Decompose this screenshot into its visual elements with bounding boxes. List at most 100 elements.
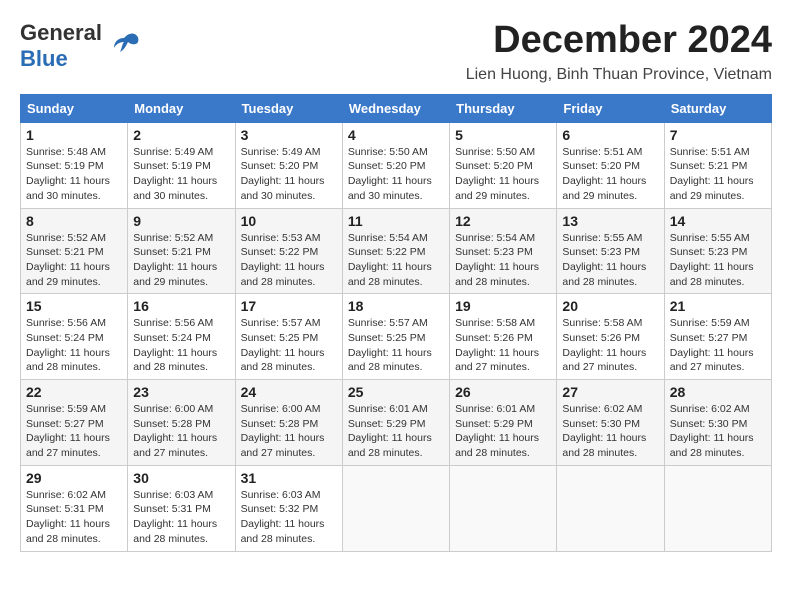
- day-info: Sunrise: 6:01 AM Sunset: 5:29 PM Dayligh…: [348, 402, 444, 461]
- calendar-header-thursday: Thursday: [450, 94, 557, 122]
- calendar-week-row: 1 Sunrise: 5:48 AM Sunset: 5:19 PM Daylig…: [21, 122, 772, 208]
- day-number: 31: [241, 470, 337, 486]
- day-number: 11: [348, 213, 444, 229]
- calendar-week-row: 22Sunrise: 5:59 AM Sunset: 5:27 PM Dayli…: [21, 380, 772, 466]
- calendar-cell: 2Sunrise: 5:49 AM Sunset: 5:19 PM Daylig…: [128, 122, 235, 208]
- calendar-cell: 16 Sunrise: 5:56 AM Sunset: 5:24 PM Dayli…: [128, 294, 235, 380]
- calendar-cell: [450, 465, 557, 551]
- calendar-cell: 25 Sunrise: 6:01 AM Sunset: 5:29 PM Dayli…: [342, 380, 449, 466]
- day-number: 26: [455, 384, 551, 400]
- calendar-cell: [342, 465, 449, 551]
- day-info: Sunrise: 6:00 AM Sunset: 5:28 PM Dayligh…: [241, 402, 337, 461]
- calendar-header-monday: Monday: [128, 94, 235, 122]
- day-info: Sunrise: 5:53 AM Sunset: 5:22 PM Dayligh…: [241, 231, 337, 290]
- day-number: 3: [241, 127, 337, 143]
- calendar-cell: 9Sunrise: 5:52 AM Sunset: 5:21 PM Daylig…: [128, 208, 235, 294]
- day-number: 13: [562, 213, 658, 229]
- day-number: 17: [241, 298, 337, 314]
- day-info: Sunrise: 5:55 AM Sunset: 5:23 PM Dayligh…: [670, 231, 766, 290]
- day-number: 27: [562, 384, 658, 400]
- day-info: Sunrise: 6:01 AM Sunset: 5:29 PM Dayligh…: [455, 402, 551, 461]
- calendar-cell: 31 Sunrise: 6:03 AM Sunset: 5:32 PM Dayli…: [235, 465, 342, 551]
- day-number: 7: [670, 127, 766, 143]
- calendar-cell: 22Sunrise: 5:59 AM Sunset: 5:27 PM Dayli…: [21, 380, 128, 466]
- calendar-header-sunday: Sunday: [21, 94, 128, 122]
- day-number: 22: [26, 384, 122, 400]
- calendar-cell: 7Sunrise: 5:51 AM Sunset: 5:21 PM Daylig…: [664, 122, 771, 208]
- calendar-cell: 1 Sunrise: 5:48 AM Sunset: 5:19 PM Daylig…: [21, 122, 128, 208]
- day-info: Sunrise: 5:56 AM Sunset: 5:24 PM Dayligh…: [133, 316, 229, 375]
- day-number: 5: [455, 127, 551, 143]
- day-info: Sunrise: 5:56 AM Sunset: 5:24 PM Dayligh…: [26, 316, 122, 375]
- logo-blue-text: Blue: [20, 46, 68, 71]
- title-section: December 2024 Lien Huong, Binh Thuan Pro…: [466, 20, 772, 84]
- calendar-header-wednesday: Wednesday: [342, 94, 449, 122]
- day-info: Sunrise: 6:03 AM Sunset: 5:32 PM Dayligh…: [241, 488, 337, 547]
- calendar-header-tuesday: Tuesday: [235, 94, 342, 122]
- logo-general-text: General: [20, 20, 102, 45]
- day-info: Sunrise: 6:02 AM Sunset: 5:30 PM Dayligh…: [670, 402, 766, 461]
- day-number: 15: [26, 298, 122, 314]
- calendar-header-row: SundayMondayTuesdayWednesdayThursdayFrid…: [21, 94, 772, 122]
- calendar-cell: 8 Sunrise: 5:52 AM Sunset: 5:21 PM Daylig…: [21, 208, 128, 294]
- day-number: 21: [670, 298, 766, 314]
- day-number: 10: [241, 213, 337, 229]
- page-header: General Blue December 2024 Lien Huong, B…: [20, 20, 772, 84]
- calendar-cell: 21 Sunrise: 5:59 AM Sunset: 5:27 PM Dayli…: [664, 294, 771, 380]
- day-number: 19: [455, 298, 551, 314]
- calendar-cell: 3 Sunrise: 5:49 AM Sunset: 5:20 PM Daylig…: [235, 122, 342, 208]
- day-number: 2: [133, 127, 229, 143]
- calendar-cell: 13 Sunrise: 5:55 AM Sunset: 5:23 PM Dayli…: [557, 208, 664, 294]
- day-number: 16: [133, 298, 229, 314]
- calendar-title: December 2024: [466, 20, 772, 62]
- day-number: 8: [26, 213, 122, 229]
- calendar-cell: 11 Sunrise: 5:54 AM Sunset: 5:22 PM Dayli…: [342, 208, 449, 294]
- calendar-cell: 10 Sunrise: 5:53 AM Sunset: 5:22 PM Dayli…: [235, 208, 342, 294]
- day-info: Sunrise: 5:57 AM Sunset: 5:25 PM Dayligh…: [348, 316, 444, 375]
- day-info: Sunrise: 5:51 AM Sunset: 5:20 PM Dayligh…: [562, 145, 658, 204]
- day-info: Sunrise: 5:52 AM Sunset: 5:21 PM Dayligh…: [26, 231, 122, 290]
- calendar-cell: 28 Sunrise: 6:02 AM Sunset: 5:30 PM Dayli…: [664, 380, 771, 466]
- day-info: Sunrise: 5:50 AM Sunset: 5:20 PM Dayligh…: [348, 145, 444, 204]
- day-number: 18: [348, 298, 444, 314]
- day-info: Sunrise: 5:48 AM Sunset: 5:19 PM Dayligh…: [26, 145, 122, 204]
- day-number: 12: [455, 213, 551, 229]
- day-info: Sunrise: 5:49 AM Sunset: 5:20 PM Dayligh…: [241, 145, 337, 204]
- calendar-cell: 24 Sunrise: 6:00 AM Sunset: 5:28 PM Dayli…: [235, 380, 342, 466]
- calendar-cell: 30Sunrise: 6:03 AM Sunset: 5:31 PM Dayli…: [128, 465, 235, 551]
- day-info: Sunrise: 6:02 AM Sunset: 5:31 PM Dayligh…: [26, 488, 122, 547]
- calendar-header-saturday: Saturday: [664, 94, 771, 122]
- logo: General Blue: [20, 20, 142, 72]
- day-number: 1: [26, 127, 122, 143]
- day-info: Sunrise: 6:03 AM Sunset: 5:31 PM Dayligh…: [133, 488, 229, 547]
- calendar-week-row: 8 Sunrise: 5:52 AM Sunset: 5:21 PM Daylig…: [21, 208, 772, 294]
- calendar-header-friday: Friday: [557, 94, 664, 122]
- calendar-cell: 20Sunrise: 5:58 AM Sunset: 5:26 PM Dayli…: [557, 294, 664, 380]
- day-number: 24: [241, 384, 337, 400]
- day-number: 14: [670, 213, 766, 229]
- day-info: Sunrise: 5:55 AM Sunset: 5:23 PM Dayligh…: [562, 231, 658, 290]
- calendar-cell: [557, 465, 664, 551]
- calendar-cell: [664, 465, 771, 551]
- day-number: 25: [348, 384, 444, 400]
- day-info: Sunrise: 5:58 AM Sunset: 5:26 PM Dayligh…: [562, 316, 658, 375]
- calendar-cell: 14 Sunrise: 5:55 AM Sunset: 5:23 PM Dayli…: [664, 208, 771, 294]
- calendar-cell: 29Sunrise: 6:02 AM Sunset: 5:31 PM Dayli…: [21, 465, 128, 551]
- day-info: Sunrise: 5:57 AM Sunset: 5:25 PM Dayligh…: [241, 316, 337, 375]
- day-number: 6: [562, 127, 658, 143]
- day-info: Sunrise: 5:52 AM Sunset: 5:21 PM Dayligh…: [133, 231, 229, 290]
- day-info: Sunrise: 5:59 AM Sunset: 5:27 PM Dayligh…: [670, 316, 766, 375]
- calendar-cell: 26 Sunrise: 6:01 AM Sunset: 5:29 PM Dayli…: [450, 380, 557, 466]
- calendar-week-row: 15 Sunrise: 5:56 AM Sunset: 5:24 PM Dayli…: [21, 294, 772, 380]
- calendar-cell: 23Sunrise: 6:00 AM Sunset: 5:28 PM Dayli…: [128, 380, 235, 466]
- day-info: Sunrise: 5:54 AM Sunset: 5:23 PM Dayligh…: [455, 231, 551, 290]
- calendar-cell: 19Sunrise: 5:58 AM Sunset: 5:26 PM Dayli…: [450, 294, 557, 380]
- day-number: 28: [670, 384, 766, 400]
- calendar-cell: 15 Sunrise: 5:56 AM Sunset: 5:24 PM Dayli…: [21, 294, 128, 380]
- calendar-cell: 6 Sunrise: 5:51 AM Sunset: 5:20 PM Daylig…: [557, 122, 664, 208]
- calendar-cell: 4Sunrise: 5:50 AM Sunset: 5:20 PM Daylig…: [342, 122, 449, 208]
- calendar-cell: 18 Sunrise: 5:57 AM Sunset: 5:25 PM Dayli…: [342, 294, 449, 380]
- day-info: Sunrise: 5:54 AM Sunset: 5:22 PM Dayligh…: [348, 231, 444, 290]
- logo-bird-icon: [110, 28, 142, 65]
- day-info: Sunrise: 6:00 AM Sunset: 5:28 PM Dayligh…: [133, 402, 229, 461]
